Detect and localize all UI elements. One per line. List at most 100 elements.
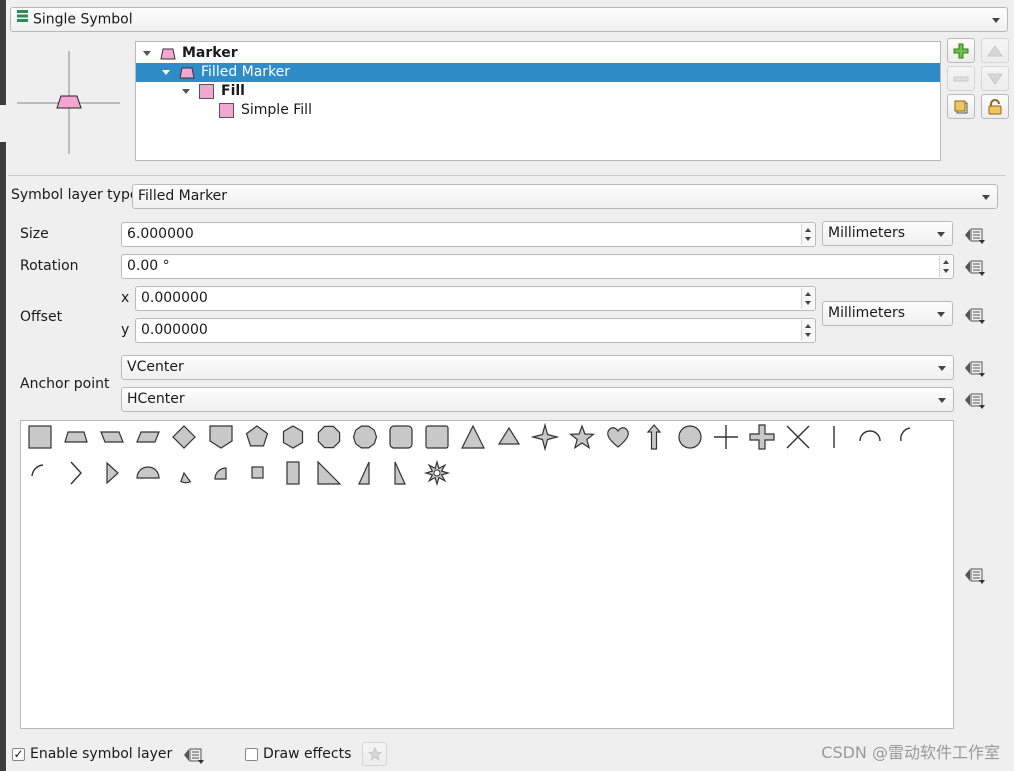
shape-arrowhead-icon[interactable] [62, 459, 90, 487]
chevron-down-icon [992, 18, 1000, 23]
shape-cross-x-icon[interactable] [784, 423, 812, 451]
shape-heart-icon[interactable] [604, 423, 632, 451]
offset-x-input[interactable]: 0.000000 [135, 286, 816, 311]
rotation-input[interactable]: 0.00 ° [121, 254, 954, 279]
shape-line-icon[interactable] [820, 423, 848, 451]
shape-shield-icon[interactable] [207, 423, 235, 451]
offset-unit-select[interactable]: Millimeters [822, 301, 953, 326]
data-defined-override-icon[interactable] [962, 390, 986, 410]
rotation-value: 0.00 ° [127, 258, 170, 274]
shape-third-circle-icon[interactable] [170, 459, 198, 487]
move-down-button[interactable] [981, 66, 1009, 91]
expand-arrow-icon[interactable] [162, 70, 170, 75]
tree-item-label: Fill [221, 83, 245, 99]
symbol-layer-tree[interactable]: Marker Filled Marker Fill Simple Fill [135, 41, 941, 161]
rotation-label: Rotation [20, 258, 79, 274]
size-label: Size [20, 226, 49, 242]
data-defined-override-icon[interactable] [962, 565, 986, 585]
shape-third-arc-icon[interactable] [892, 423, 920, 451]
shape-hexagon-icon[interactable] [279, 423, 307, 451]
shape-filled-arrowhead-icon[interactable] [98, 459, 126, 487]
shape-octagon-icon[interactable] [315, 423, 343, 451]
offset-label: Offset [20, 309, 63, 325]
shape-star-5-icon[interactable] [568, 423, 596, 451]
shape-square-icon[interactable] [26, 423, 54, 451]
anchor-vertical-select[interactable]: VCenter [121, 355, 954, 380]
offset-y-spinner[interactable] [801, 320, 814, 341]
chevron-down-icon [938, 366, 946, 371]
offset-y-value: 0.000000 [141, 322, 208, 338]
lock-layer-icon [988, 98, 1002, 114]
move-up-icon [987, 44, 1003, 56]
tree-row-fill[interactable]: Fill [136, 82, 940, 101]
anchor-horizontal-value: HCenter [127, 391, 185, 407]
shape-semi-arc-icon[interactable] [856, 423, 884, 451]
enable-symbol-layer-checkbox[interactable]: ✓ [12, 748, 25, 761]
data-defined-override-icon[interactable] [962, 225, 986, 245]
shape-quarter-square-icon[interactable] [243, 459, 271, 487]
shape-square-alt-icon[interactable] [423, 423, 451, 451]
offset-x-label: x [121, 290, 130, 306]
shape-triangle-icon[interactable] [459, 423, 487, 451]
offset-y-input[interactable]: 0.000000 [135, 318, 816, 343]
data-defined-override-icon[interactable] [181, 745, 205, 765]
shape-decagon-icon[interactable] [351, 423, 379, 451]
data-defined-override-icon[interactable] [962, 257, 986, 277]
enable-symbol-layer-label: Enable symbol layer [30, 746, 173, 762]
shape-quarter-circle-icon[interactable] [207, 459, 235, 487]
shape-cross-fill-icon[interactable] [748, 423, 776, 451]
data-defined-override-icon[interactable] [962, 358, 986, 378]
remove-layer-button[interactable] [947, 66, 975, 91]
shape-parallelogram-left-icon[interactable] [98, 423, 126, 451]
anchor-vertical-value: VCenter [127, 359, 184, 375]
duplicate-layer-button[interactable] [947, 94, 975, 119]
offset-unit-value: Millimeters [828, 305, 906, 321]
shape-arrow-icon[interactable] [640, 423, 668, 451]
size-value: 6.000000 [127, 226, 194, 242]
anchor-horizontal-select[interactable]: HCenter [121, 387, 954, 412]
shape-trapezoid-icon[interactable] [62, 423, 90, 451]
shape-circle-icon[interactable] [676, 423, 704, 451]
shape-quarter-arc-icon[interactable] [26, 459, 54, 487]
draw-effects-checkbox[interactable] [245, 748, 258, 761]
shape-rounded-square-icon[interactable] [387, 423, 415, 451]
tree-row-simple-fill[interactable]: Simple Fill [136, 101, 940, 120]
symbol-layer-type-select[interactable]: Filled Marker [132, 184, 998, 209]
expand-arrow-icon[interactable] [182, 89, 190, 94]
shape-cross-icon[interactable] [712, 423, 740, 451]
expand-arrow-icon[interactable] [143, 51, 151, 56]
divider [8, 175, 1006, 176]
shape-half-square-icon[interactable] [279, 459, 307, 487]
rotation-spinner[interactable] [939, 256, 952, 277]
lock-layer-button[interactable] [981, 94, 1009, 119]
shape-right-half-triangle-icon[interactable] [351, 459, 379, 487]
shape-palette[interactable] [20, 420, 954, 729]
tree-item-label: Filled Marker [201, 64, 291, 80]
tree-row-marker[interactable]: Marker [136, 44, 940, 63]
shape-semicircle-icon[interactable] [134, 459, 162, 487]
renderer-select[interactable]: Single Symbol [10, 7, 1008, 32]
size-spinner[interactable] [801, 224, 814, 245]
size-input[interactable]: 6.000000 [121, 222, 816, 247]
data-defined-override-icon[interactable] [962, 305, 986, 325]
effects-button[interactable] [362, 742, 387, 766]
shape-equilateral-triangle-icon[interactable] [495, 423, 523, 451]
chevron-down-icon [937, 312, 945, 317]
fill-swatch-icon [199, 84, 214, 99]
shape-diamond-icon[interactable] [170, 423, 198, 451]
offset-x-value: 0.000000 [141, 290, 208, 306]
shape-pentagon-icon[interactable] [243, 423, 271, 451]
simple-fill-swatch-icon [219, 103, 234, 118]
shape-parallelogram-right-icon[interactable] [134, 423, 162, 451]
add-layer-button[interactable] [947, 38, 975, 63]
size-unit-select[interactable]: Millimeters [822, 221, 953, 246]
shape-diagonal-half-square-icon[interactable] [315, 459, 343, 487]
tree-row-filled-marker[interactable]: Filled Marker [136, 63, 940, 82]
shape-asterisk-fill-icon[interactable] [423, 459, 451, 487]
symbol-layer-type-label: Symbol layer type [11, 187, 139, 203]
shape-star-4-icon[interactable] [531, 423, 560, 451]
chevron-down-icon [938, 398, 946, 403]
shape-left-half-triangle-icon[interactable] [387, 459, 415, 487]
move-up-button[interactable] [981, 38, 1009, 63]
offset-x-spinner[interactable] [801, 288, 814, 309]
